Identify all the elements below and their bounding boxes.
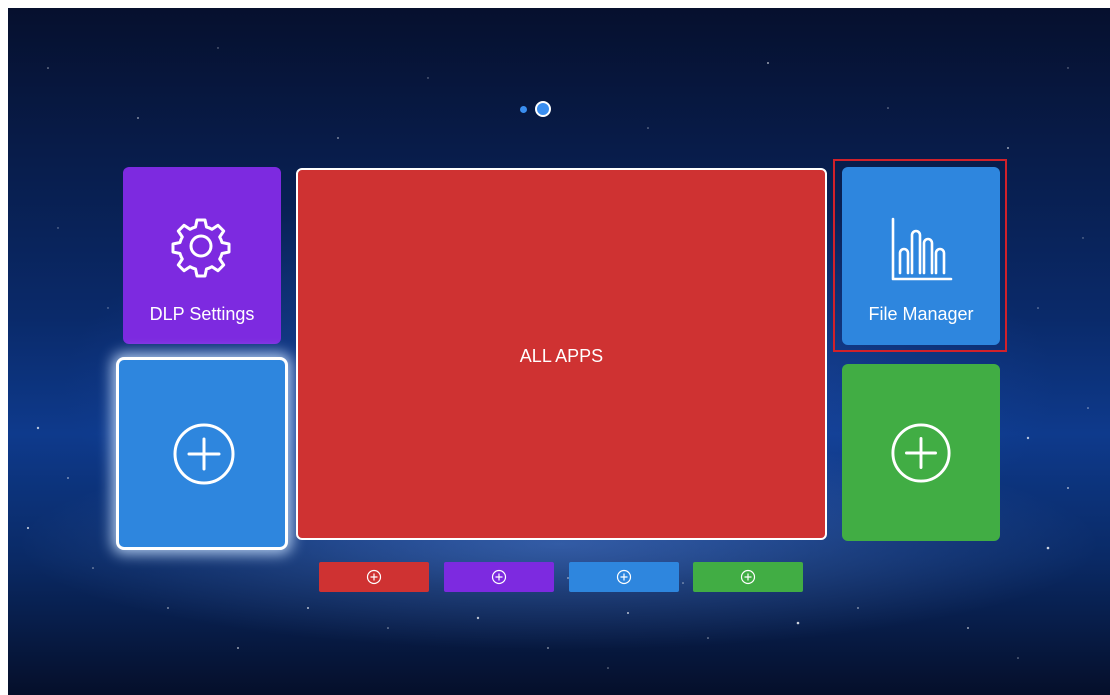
dlp-settings-tile[interactable]: DLP Settings: [123, 167, 281, 344]
add-circle-icon: [616, 569, 632, 585]
shortcut-slot-blue[interactable]: [569, 562, 679, 592]
all-apps-label: ALL APPS: [519, 346, 604, 366]
dlp-settings-label: DLP Settings: [149, 304, 255, 324]
file-manager-label: File Manager: [868, 304, 974, 324]
add-circle-icon: [366, 569, 382, 585]
page-indicator[interactable]: [520, 101, 551, 117]
add-circle-icon: [891, 423, 951, 483]
add-circle-icon: [491, 569, 507, 585]
shortcut-slot-green[interactable]: [693, 562, 803, 592]
launcher-screen: DLP Settings ALL APPS File Manager: [8, 8, 1110, 695]
add-circle-icon: [740, 569, 756, 585]
gear-icon: [171, 218, 231, 278]
bar-chart-icon: [891, 217, 953, 281]
add-app-tile-left-focused[interactable]: [116, 357, 288, 550]
page-dot-1[interactable]: [520, 105, 527, 113]
shortcut-slot-purple[interactable]: [444, 562, 554, 592]
add-circle-icon: [173, 423, 235, 485]
shortcut-slot-red[interactable]: [319, 562, 429, 592]
page-dot-2-active[interactable]: [535, 101, 551, 117]
add-app-tile-right[interactable]: [842, 364, 1000, 541]
all-apps-tile[interactable]: ALL APPS: [296, 168, 827, 540]
file-manager-tile[interactable]: File Manager: [842, 167, 1000, 345]
